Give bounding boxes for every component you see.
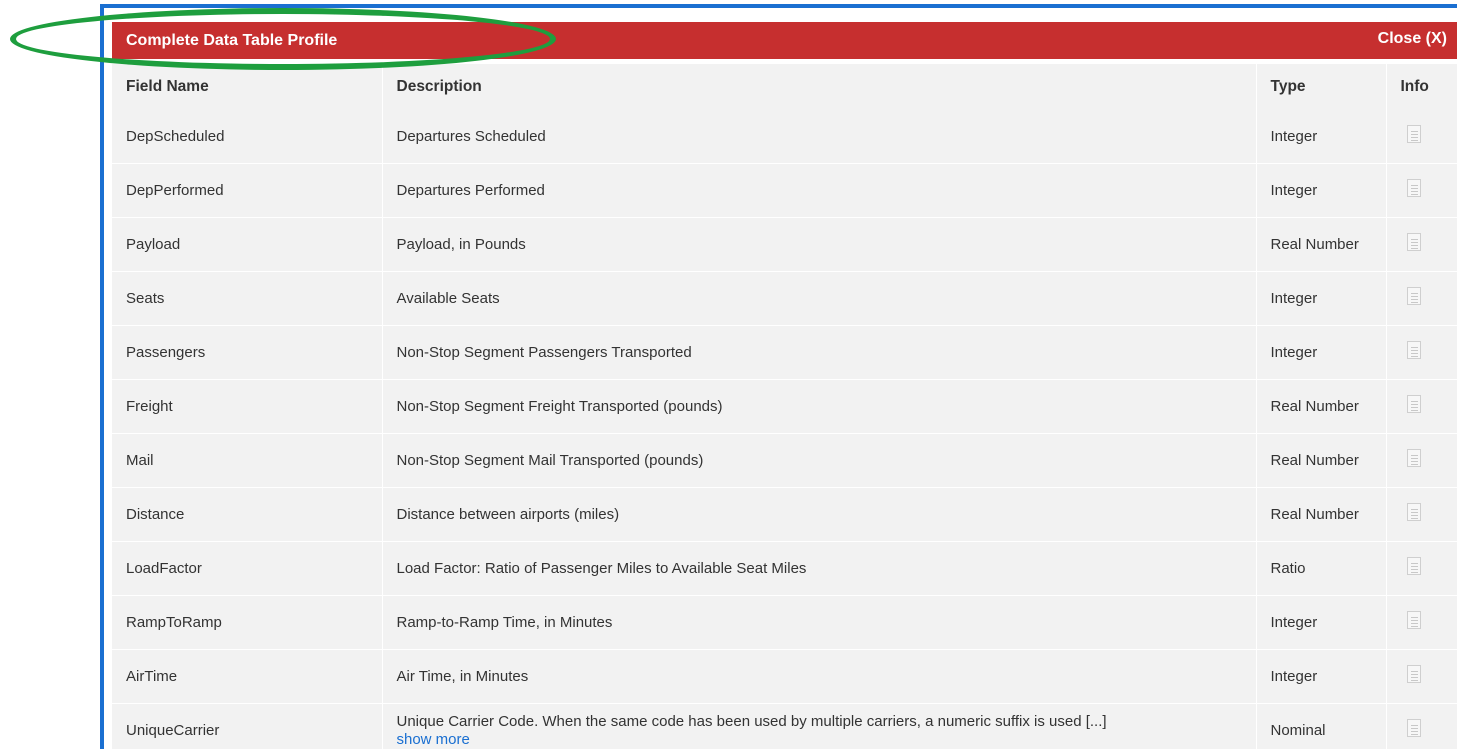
type-cell: Integer: [1256, 649, 1387, 704]
description-cell: Available Seats: [382, 271, 1257, 326]
table-row: AirTime Air Time, in Minutes Integer: [112, 649, 1457, 704]
description-cell: Ramp-to-Ramp Time, in Minutes: [382, 595, 1257, 650]
type-cell: Nominal: [1256, 703, 1387, 749]
type-cell: Real Number: [1256, 217, 1387, 272]
table-row: Passengers Non-Stop Segment Passengers T…: [112, 325, 1457, 380]
dialog-title-bar: Complete Data Table Profile Close (X): [112, 22, 1457, 59]
info-cell: [1386, 110, 1457, 164]
type-cell: Integer: [1256, 271, 1387, 326]
info-cell: [1386, 541, 1457, 596]
table-row: Payload Payload, in Pounds Real Number: [112, 217, 1457, 272]
type-cell: Real Number: [1256, 487, 1387, 542]
field-name-cell: Passengers: [112, 325, 383, 380]
table-row: DepPerformed Departures Performed Intege…: [112, 163, 1457, 218]
show-more-link[interactable]: show more: [397, 731, 1256, 749]
profile-table-container: Field Name Description Type Info DepSche…: [112, 64, 1457, 749]
description-cell: Departures Performed: [382, 163, 1257, 218]
document-icon[interactable]: [1406, 125, 1421, 143]
document-icon[interactable]: [1406, 557, 1421, 575]
table-row: Seats Available Seats Integer: [112, 271, 1457, 326]
table-row: RampToRamp Ramp-to-Ramp Time, in Minutes…: [112, 595, 1457, 650]
table-row: Freight Non-Stop Segment Freight Transpo…: [112, 379, 1457, 434]
description-cell: Distance between airports (miles): [382, 487, 1257, 542]
document-icon[interactable]: [1406, 395, 1421, 413]
document-icon[interactable]: [1406, 287, 1421, 305]
document-icon[interactable]: [1406, 341, 1421, 359]
table-header-row: Field Name Description Type Info: [112, 64, 1457, 110]
close-button[interactable]: Close (X): [1378, 30, 1447, 48]
info-cell: [1386, 703, 1457, 749]
type-cell: Integer: [1256, 595, 1387, 650]
type-cell: Integer: [1256, 325, 1387, 380]
header-description: Description: [382, 64, 1257, 110]
field-name-cell: Payload: [112, 217, 383, 272]
table-row: DepScheduled Departures Scheduled Intege…: [112, 110, 1457, 164]
field-name-cell: Distance: [112, 487, 383, 542]
field-name-cell: RampToRamp: [112, 595, 383, 650]
info-cell: [1386, 163, 1457, 218]
document-icon[interactable]: [1406, 719, 1421, 737]
info-cell: [1386, 379, 1457, 434]
info-cell: [1386, 217, 1457, 272]
document-icon[interactable]: [1406, 179, 1421, 197]
info-cell: [1386, 433, 1457, 488]
field-name-cell: Mail: [112, 433, 383, 488]
info-cell: [1386, 325, 1457, 380]
description-cell: Non-Stop Segment Mail Transported (pound…: [382, 433, 1257, 488]
header-field-name: Field Name: [112, 64, 383, 110]
data-table-profile-dialog: Complete Data Table Profile Close (X) Fi…: [100, 4, 1457, 749]
document-icon[interactable]: [1406, 449, 1421, 467]
table-row: LoadFactor Load Factor: Ratio of Passeng…: [112, 541, 1457, 596]
description-cell: Non-Stop Segment Passengers Transported: [382, 325, 1257, 380]
document-icon[interactable]: [1406, 611, 1421, 629]
document-icon[interactable]: [1406, 665, 1421, 683]
description-cell: Load Factor: Ratio of Passenger Miles to…: [382, 541, 1257, 596]
field-name-cell: Freight: [112, 379, 383, 434]
document-icon[interactable]: [1406, 233, 1421, 251]
description-cell: Payload, in Pounds: [382, 217, 1257, 272]
info-cell: [1386, 487, 1457, 542]
table-row: UniqueCarrier Unique Carrier Code. When …: [112, 703, 1457, 749]
type-cell: Real Number: [1256, 379, 1387, 434]
description-cell: Non-Stop Segment Freight Transported (po…: [382, 379, 1257, 434]
description-cell: Unique Carrier Code. When the same code …: [382, 703, 1257, 749]
description-cell: Air Time, in Minutes: [382, 649, 1257, 704]
field-name-cell: LoadFactor: [112, 541, 383, 596]
field-name-cell: UniqueCarrier: [112, 703, 383, 749]
header-info: Info: [1386, 64, 1457, 110]
type-cell: Integer: [1256, 110, 1387, 164]
info-cell: [1386, 595, 1457, 650]
info-cell: [1386, 649, 1457, 704]
table-row: Mail Non-Stop Segment Mail Transported (…: [112, 433, 1457, 488]
field-name-cell: AirTime: [112, 649, 383, 704]
dialog-title: Complete Data Table Profile: [126, 32, 338, 49]
profile-table: Field Name Description Type Info DepSche…: [112, 64, 1457, 749]
table-row: Distance Distance between airports (mile…: [112, 487, 1457, 542]
field-name-cell: DepScheduled: [112, 110, 383, 164]
type-cell: Integer: [1256, 163, 1387, 218]
type-cell: Real Number: [1256, 433, 1387, 488]
header-type: Type: [1256, 64, 1387, 110]
field-name-cell: Seats: [112, 271, 383, 326]
info-cell: [1386, 271, 1457, 326]
type-cell: Ratio: [1256, 541, 1387, 596]
screen: Complete Data Table Profile Close (X) Fi…: [0, 0, 1457, 749]
document-icon[interactable]: [1406, 503, 1421, 521]
description-cell: Departures Scheduled: [382, 110, 1257, 164]
field-name-cell: DepPerformed: [112, 163, 383, 218]
description-text: Unique Carrier Code. When the same code …: [396, 712, 1107, 730]
